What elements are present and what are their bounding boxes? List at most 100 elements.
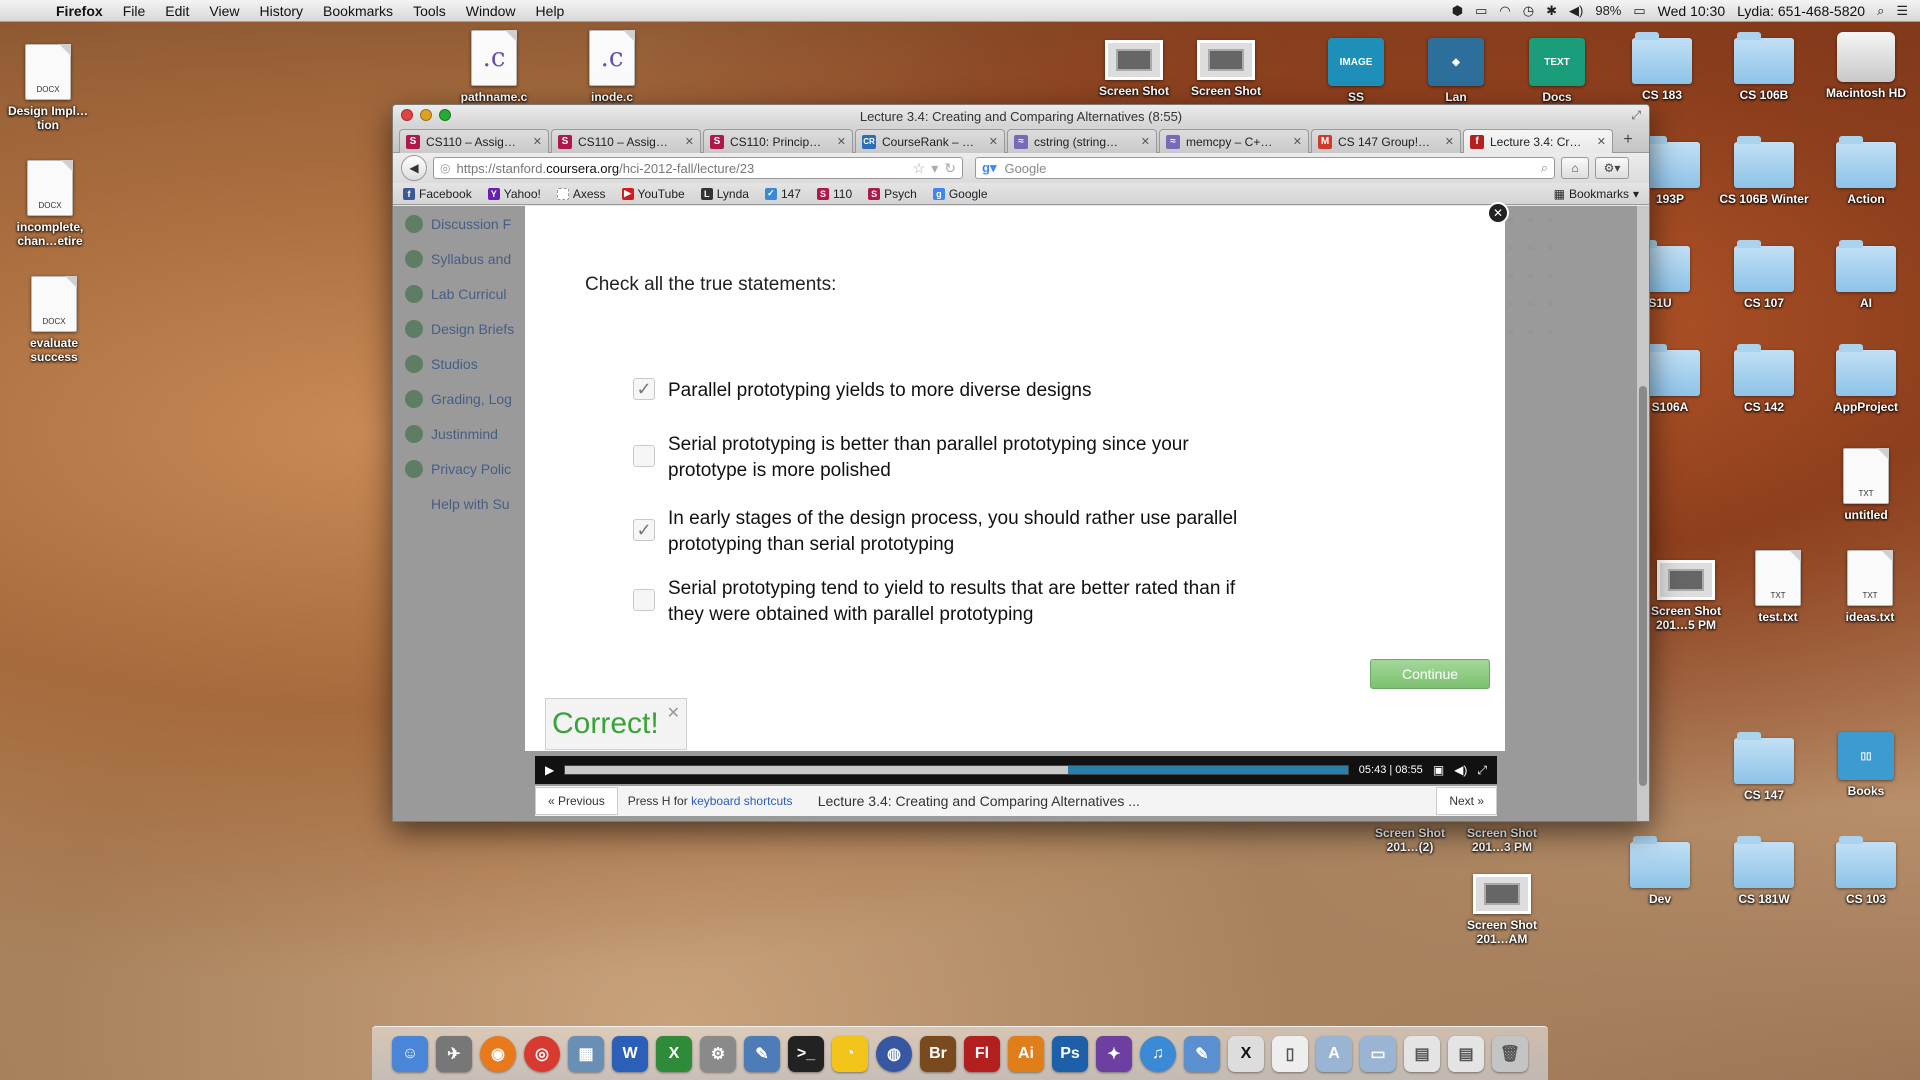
tab-close-icon[interactable]: ✕ [533,135,542,148]
downloads-stack-icon[interactable]: ▤ [1448,1035,1484,1072]
bookmark-147[interactable]: ✓ 147 [764,187,801,201]
bookmark-yahoo[interactable]: Y Yahoo! [487,187,541,201]
captions-icon[interactable]: ▣ [1433,763,1444,777]
desktop-file-evaluate-success[interactable]: DOCX evaluate success [6,276,102,364]
trash-icon[interactable]: 🗑 [1492,1035,1528,1072]
video-scrubber[interactable] [564,765,1349,775]
applications-stack-icon[interactable]: A [1316,1035,1352,1072]
desktop-folder-cs183[interactable]: CS 183 [1614,32,1710,102]
desktop-screenshot-5[interactable]: Screen Shot 201…3 PM [1454,822,1550,854]
excel-icon[interactable]: X [656,1035,692,1072]
sidebar-item-lab-curriculum[interactable]: Lab Curricul [405,276,525,311]
fullscreen-icon[interactable]: ⤢ [1477,763,1487,778]
desktop-screenshot-6[interactable]: Screen Shot 201…AM [1454,874,1550,946]
quiz-option[interactable]: Serial prototyping tend to yield to resu… [633,576,1273,628]
lecture-row[interactable]: ▫ ▫ ▫ [1499,206,1635,234]
menu-clock[interactable]: Wed 10:30 [1658,3,1725,19]
window-close-button[interactable] [401,109,413,121]
menu-app-name[interactable]: Firefox [46,3,113,19]
tab-cs147-group[interactable]: M CS 147 Group!… ✕ [1311,129,1461,153]
bookmark-youtube[interactable]: ▶ YouTube [621,187,685,201]
sidebar-item-syllabus[interactable]: Syllabus and [405,241,525,276]
quiz-option[interactable]: ✓ Parallel prototyping yields to more di… [633,378,1273,404]
volume-icon[interactable]: ◀) [1569,3,1583,19]
keyboard-shortcuts-link[interactable]: keyboard shortcuts [691,794,792,808]
desktop-folder-cs106b[interactable]: CS 106B [1716,32,1812,102]
search-box[interactable]: g▾ Google ⌕ [975,157,1555,179]
reload-icon[interactable]: ↻ [944,160,956,177]
tab-cs110-principles[interactable]: S CS110: Princip… ✕ [703,129,853,153]
itunes-icon[interactable]: ♫ [1140,1035,1176,1072]
menu-view[interactable]: View [199,3,249,19]
desktop-folder-cs107[interactable]: CS 107 [1716,240,1812,310]
tab-cstring[interactable]: ≈ cstring (string… ✕ [1007,129,1157,153]
desktop-folder-dev[interactable]: Dev [1612,836,1708,906]
search-icon[interactable]: ⌕ [1541,160,1548,176]
wifi-icon[interactable]: ◠ [1499,3,1510,19]
battery-percent[interactable]: 98% [1595,3,1621,18]
flash-icon[interactable]: Fl [964,1035,1000,1072]
tab-courserank[interactable]: CR CourseRank – … ✕ [855,129,1005,153]
addons-menu-button[interactable]: ⚙▾ [1595,157,1629,179]
desktop-folder-action[interactable]: Action [1818,136,1914,206]
chrome-icon[interactable]: ◎ [524,1035,560,1072]
bookmark-110[interactable]: S 110 [816,187,852,201]
tab-close-icon[interactable]: ✕ [1445,135,1454,148]
sidebar-item-justinmind[interactable]: Justinmind [405,416,525,451]
desktop-file-ideas[interactable]: TXT ideas.txt [1822,550,1918,624]
tab-close-icon[interactable]: ✕ [1141,135,1150,148]
next-button[interactable]: Next » [1436,787,1497,815]
option-checkbox[interactable] [633,589,655,611]
desktop-alias-docs[interactable]: TEXT Docs [1509,38,1605,104]
tab-close-icon[interactable]: ✕ [685,135,694,148]
bridge-icon[interactable]: Br [920,1035,956,1072]
network-icon[interactable]: ◍ [876,1035,912,1072]
lecture-row[interactable]: ▫ ▫ ▫ [1499,290,1635,318]
bookmark-lynda[interactable]: L Lynda [700,187,749,201]
back-button[interactable]: ◀ [401,155,427,181]
desktop-screenshot-3[interactable]: Screen Shot 201…5 PM [1638,560,1734,632]
scrollbar-thumb[interactable] [1639,386,1647,786]
desktop-file-untitled[interactable]: TXT untitled [1818,448,1914,522]
terminal-icon[interactable]: >_ [788,1035,824,1072]
desktop-folder-appproject[interactable]: AppProject [1818,344,1914,414]
documents-stack-icon[interactable]: ▭ [1360,1035,1396,1072]
time-machine-icon[interactable]: ◷ [1523,3,1534,19]
dropbox-icon[interactable]: ⬢ [1452,3,1463,19]
desktop-file-pathname[interactable]: .c pathname.c [446,30,542,104]
window-minimize-button[interactable] [420,109,432,121]
menu-history[interactable]: History [249,3,313,19]
menu-bookmarks[interactable]: Bookmarks [313,3,403,19]
desktop-file-incomplete[interactable]: DOCX incomplete, chan…etire [2,160,98,248]
sidebar-item-studios[interactable]: Studios [405,346,525,381]
tab-cs110-assign-1[interactable]: S CS110 – Assig… ✕ [399,129,549,153]
tab-close-icon[interactable]: ✕ [989,135,998,148]
spotlight-icon[interactable]: ⌕ [1877,3,1884,19]
battery-icon[interactable]: ▭ [1633,3,1645,19]
notification-list-icon[interactable]: ☰ [1896,3,1908,19]
desktop-alias-lan[interactable]: ◆ Lan [1408,38,1504,104]
quiz-option[interactable]: ✓ In early stages of the design process,… [633,506,1273,558]
option-checkbox[interactable]: ✓ [633,378,655,400]
desktop-folder-cs106b-winter[interactable]: CS 106B Winter [1716,136,1812,206]
google-search-engine-icon[interactable]: g▾ [982,160,996,176]
cyberduck-icon[interactable]: ◔ [832,1035,868,1072]
window-titlebar[interactable]: Lecture 3.4: Creating and Comparing Alte… [393,105,1649,127]
instruments-icon[interactable]: ✎ [1184,1035,1220,1072]
play-icon[interactable]: ▶ [545,763,554,777]
desktop-file-test[interactable]: TXT test.txt [1730,550,1826,624]
menu-edit[interactable]: Edit [155,3,199,19]
desktop-disk-macintosh-hd[interactable]: Macintosh HD [1818,32,1914,100]
feedback-close-icon[interactable]: ✕ [667,703,680,723]
sidebar-item-discussion[interactable]: Discussion F [405,206,525,241]
finder-icon[interactable]: ☺ [392,1035,428,1072]
menu-file[interactable]: File [113,3,156,19]
sidebar-item-help[interactable]: Help with Su [405,486,525,521]
screenshot-stack-icon[interactable]: ▤ [1404,1035,1440,1072]
home-button[interactable]: ⌂ [1561,157,1589,179]
desktop-screenshot-4[interactable]: Screen Shot 201…(2) [1362,822,1458,854]
desktop-folder-ai[interactable]: AI [1818,240,1914,310]
tab-close-icon[interactable]: ✕ [1597,135,1606,148]
window-zoom-button[interactable] [439,109,451,121]
volume-icon[interactable]: ◀) [1454,763,1467,777]
